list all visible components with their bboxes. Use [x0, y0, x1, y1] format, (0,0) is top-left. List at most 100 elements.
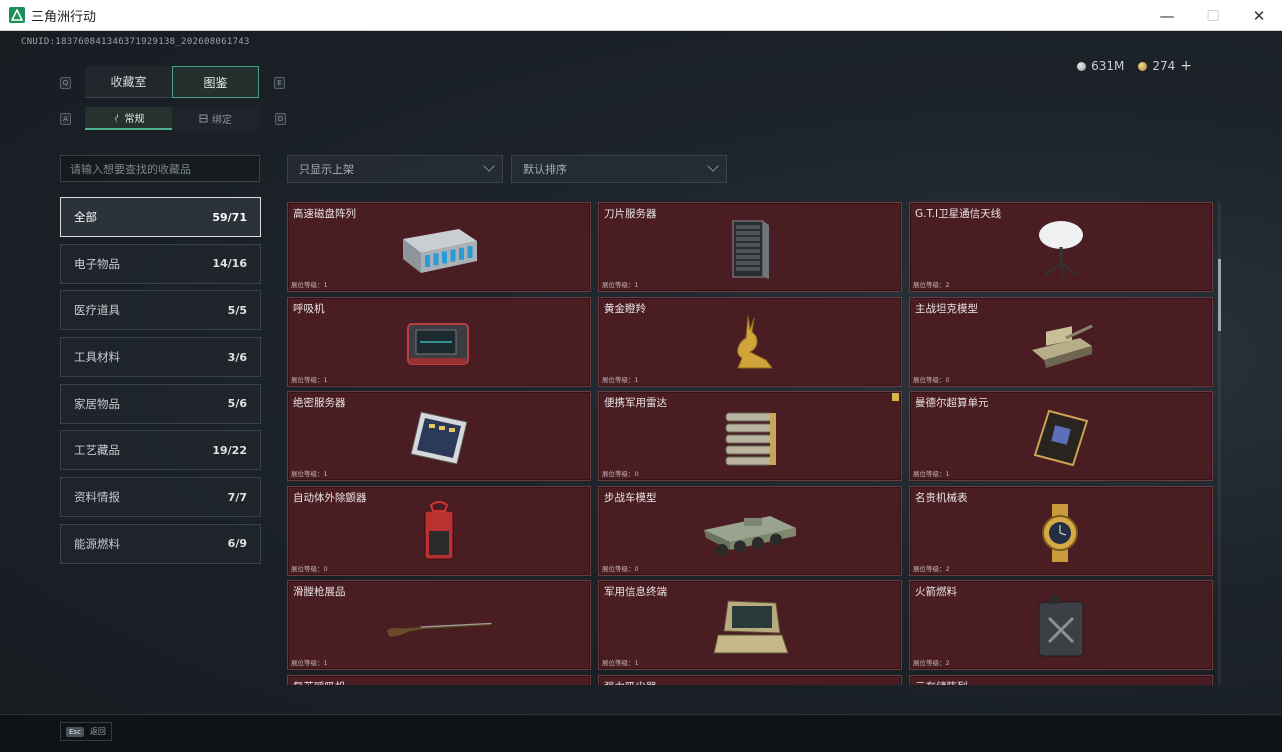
secret-server-icon: [384, 400, 494, 476]
category-count: 59/71: [212, 210, 247, 224]
collection-card[interactable]: 刀片服务器 展位等级：1: [598, 202, 902, 292]
collection-card[interactable]: 火箭燃料 展位等级：2: [909, 580, 1213, 670]
item-display-level: 展位等级：1: [291, 375, 328, 384]
item-display-level: 展位等级：1: [291, 659, 328, 667]
back-button[interactable]: Esc 返回: [60, 722, 112, 741]
new-flag-icon: [892, 393, 899, 401]
category-all[interactable]: 全部 59/71: [60, 197, 261, 237]
collection-card[interactable]: 名贵机械表 展位等级：2: [909, 485, 1213, 576]
cloud-storage-icon: [1006, 684, 1116, 686]
tab-collection-room[interactable]: 收藏室: [85, 66, 172, 98]
silver-currency: 631M: [1077, 59, 1124, 73]
military-terminal-icon: [695, 589, 805, 665]
defibrillator-icon: [384, 495, 494, 571]
main-tabs: 收藏室 图鉴: [85, 66, 259, 98]
collection-card[interactable]: 便携军用雷达 展位等级：0: [598, 391, 902, 481]
item-name: 名贵机械表: [915, 491, 968, 504]
subtab-regular[interactable]: 常规: [85, 107, 172, 130]
category-count: 7/7: [227, 490, 247, 504]
collection-card[interactable]: 步战车模型展位等级：0: [598, 485, 902, 576]
category-electronics[interactable]: 电子物品 14/16: [60, 243, 261, 284]
sort-value: 默认排序: [523, 163, 567, 176]
tab-codex[interactable]: 图鉴: [172, 66, 259, 98]
collection-card[interactable]: 高速磁盘阵列 展位等级：1: [287, 202, 591, 292]
collection-card[interactable]: 自动体外除颤器展位等级：0: [287, 485, 591, 576]
chevron-down-icon: [707, 160, 719, 172]
category-intel[interactable]: 资料情报 7/7: [60, 477, 261, 518]
collection-card[interactable]: 黄金瞪羚 展位等级：1: [598, 296, 902, 387]
portable-radar-icon: [695, 400, 805, 476]
category-count: 14/16: [212, 257, 247, 271]
sort-dropdown[interactable]: 默认排序: [511, 155, 727, 183]
category-tools[interactable]: 工具材料 3/6: [60, 337, 261, 378]
scrollbar-thumb[interactable]: [1218, 259, 1221, 331]
item-display-level: 展位等级：1: [602, 281, 639, 289]
item-grid-viewport: 高速磁盘阵列 展位等级：1 刀片服务器 展位等级：1 G.T.I卫星通信天线 展位等级：2…: [287, 202, 1215, 685]
collection-card[interactable]: 复苏呼吸机: [287, 674, 591, 686]
shelf-filter-dropdown[interactable]: 只显示上架: [287, 155, 503, 183]
category-label: 工艺藏品: [74, 443, 120, 458]
shelf-filter-value: 只显示上架: [299, 163, 354, 176]
resuscitator-icon: [384, 684, 494, 686]
golden-gazelle-icon: [695, 306, 805, 382]
subtab-regular-label: 常规: [124, 114, 145, 125]
keyhint-d: D: [275, 113, 286, 125]
gold-amount: 274: [1152, 59, 1176, 73]
item-display-level: 展位等级：0: [913, 375, 950, 384]
grid-scrollbar[interactable]: [1218, 202, 1221, 685]
item-name: 复苏呼吸机: [293, 679, 346, 686]
category-medical[interactable]: 医疗道具 5/5: [60, 290, 261, 331]
item-display-level: 展位等级：1: [291, 470, 328, 478]
item-name: 便携军用雷达: [604, 397, 667, 409]
item-name: 绝密服务器: [293, 397, 346, 409]
item-display-level: 展位等级：0: [602, 564, 639, 573]
item-name: 主战坦克模型: [915, 302, 978, 315]
item-name: 高速磁盘阵列: [293, 208, 356, 220]
category-label: 全部: [74, 210, 97, 224]
collection-card[interactable]: 滑膛枪展品 展位等级：1: [287, 580, 591, 670]
category-label: 家居物品: [74, 396, 120, 411]
close-button[interactable]: ✕: [1236, 0, 1282, 31]
add-currency-button[interactable]: +: [1180, 58, 1192, 74]
category-crafts[interactable]: 工艺藏品 19/22: [60, 430, 261, 471]
collection-card[interactable]: G.T.I卫星通信天线展位等级：2: [909, 202, 1213, 292]
item-name: 黄金瞪羚: [604, 302, 646, 315]
item-name: 曼德尔超算单元: [915, 397, 989, 409]
maximize-button[interactable]: ☐: [1190, 0, 1236, 31]
collection-card[interactable]: 绝密服务器展位等级：1: [287, 391, 591, 481]
gold-coin-icon: [1138, 61, 1148, 71]
subtab-bound[interactable]: 绑定: [172, 107, 259, 130]
ifv-model-icon: [695, 495, 805, 571]
collection-card[interactable]: 曼德尔超算单元 展位等级：1: [909, 391, 1213, 481]
category-energy[interactable]: 能源燃料 6/9: [60, 523, 261, 564]
item-display-level: 展位等级：0: [291, 564, 328, 573]
keyhint-q: Q: [60, 77, 71, 89]
collection-card[interactable]: 云存储阵列: [909, 674, 1213, 686]
rocket-fuel-icon: [1006, 589, 1116, 665]
collection-card[interactable]: 军用信息终端 展位等级：1: [598, 580, 902, 670]
category-count: 3/6: [227, 350, 247, 364]
keyhint-e: E: [274, 77, 285, 89]
collection-card[interactable]: 强力吸尘器: [598, 674, 902, 686]
item-name: 强力吸尘器: [604, 679, 657, 686]
collection-card[interactable]: 呼吸机 展位等级：1: [287, 296, 591, 387]
item-name: 步战车模型: [604, 491, 657, 504]
category-count: 6/9: [227, 537, 247, 551]
item-name: 军用信息终端: [604, 586, 667, 598]
category-label: 工具材料: [74, 350, 120, 365]
keyhint-a: A: [60, 113, 71, 125]
item-name: 自动体外除颤器: [293, 491, 367, 504]
minimize-button[interactable]: —: [1144, 0, 1190, 31]
collection-card[interactable]: 主战坦克模型展位等级：0: [909, 296, 1213, 387]
item-display-level: 展位等级：2: [913, 281, 950, 289]
bound-icon: [199, 114, 208, 123]
search-input[interactable]: 请输入想要查找的收藏品: [60, 155, 260, 182]
category-household[interactable]: 家居物品 5/6: [60, 383, 261, 424]
subtab-bound-label: 绑定: [212, 115, 232, 126]
category-count: 5/5: [227, 303, 247, 317]
item-name: G.T.I卫星通信天线: [915, 208, 1002, 220]
musket-icon: [384, 589, 494, 665]
window-titlebar: 三角洲行动 — ☐ ✕: [0, 0, 1282, 31]
category-label: 电子物品: [74, 256, 120, 271]
category-label: 资料情报: [74, 490, 120, 505]
